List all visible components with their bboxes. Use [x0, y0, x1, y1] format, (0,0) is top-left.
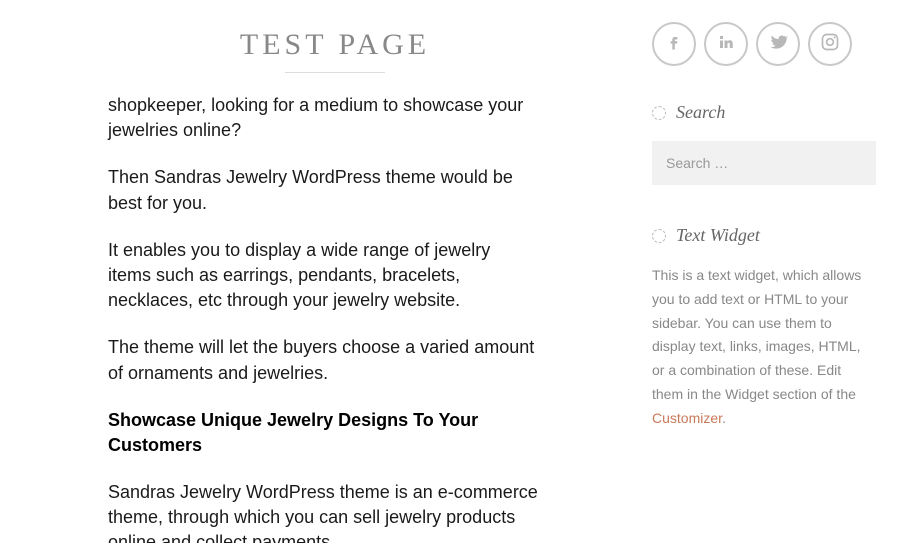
search-widget-header: Search	[652, 102, 876, 123]
paragraph: Sandras Jewelry WordPress theme is an e-…	[108, 480, 538, 543]
subheading: Showcase Unique Jewelry Designs To Your …	[108, 408, 528, 458]
page-title: TEST PAGE	[30, 28, 640, 62]
text-widget-text: This is a text widget, which allows you …	[652, 267, 861, 402]
paragraph: The theme will let the buyers choose a v…	[108, 335, 538, 385]
search-widget: Search	[652, 102, 876, 185]
customizer-link[interactable]: Customizer	[652, 410, 722, 426]
twitter-icon	[768, 32, 788, 57]
linkedin-icon	[717, 33, 735, 56]
text-widget-after: .	[722, 410, 726, 426]
search-widget-title: Search	[676, 102, 725, 123]
paragraph: Then Sandras Jewelry WordPress theme wou…	[108, 165, 538, 215]
paragraph: shopkeeper, looking for a medium to show…	[108, 93, 538, 143]
instagram-link[interactable]	[808, 22, 852, 66]
content-body: shopkeeper, looking for a medium to show…	[30, 93, 616, 543]
bullet-icon	[652, 229, 666, 243]
bullet-icon	[652, 106, 666, 120]
title-divider	[285, 72, 385, 73]
sidebar: Search Text Widget This is a text widget…	[640, 0, 900, 543]
twitter-link[interactable]	[756, 22, 800, 66]
text-widget-body: This is a text widget, which allows you …	[652, 264, 876, 431]
paragraph: It enables you to display a wide range o…	[108, 238, 538, 314]
text-widget: Text Widget This is a text widget, which…	[652, 225, 876, 431]
text-widget-header: Text Widget	[652, 225, 876, 246]
text-widget-title: Text Widget	[676, 225, 760, 246]
facebook-link[interactable]	[652, 22, 696, 66]
content-scroll-area[interactable]: shopkeeper, looking for a medium to show…	[30, 93, 640, 543]
linkedin-link[interactable]	[704, 22, 748, 66]
instagram-icon	[820, 32, 840, 57]
search-input[interactable]	[652, 141, 876, 185]
facebook-icon	[664, 32, 684, 57]
social-links	[652, 22, 876, 66]
